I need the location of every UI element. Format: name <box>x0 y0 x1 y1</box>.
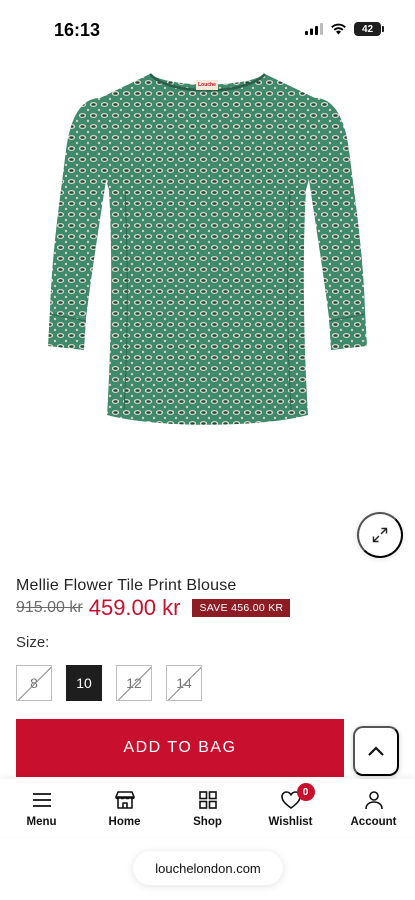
size-selector: 8 10 12 14 <box>16 665 202 701</box>
browser-url-bar[interactable]: louchelondon.com <box>133 851 283 885</box>
size-option-8[interactable]: 8 <box>16 665 52 701</box>
size-option-10[interactable]: 10 <box>66 665 102 701</box>
size-option-14[interactable]: 14 <box>166 665 202 701</box>
battery-icon: 42 <box>354 22 384 36</box>
nav-item-home[interactable]: Home <box>83 779 166 837</box>
nav-item-wishlist[interactable]: 0 Wishlist <box>249 779 332 837</box>
nav-label-menu: Menu <box>26 816 57 828</box>
status-icons: 42 <box>305 22 384 36</box>
price-old: 915.00 kr <box>16 599 83 616</box>
grid-icon <box>198 791 217 809</box>
brand-tag: Louche <box>198 82 216 88</box>
bottom-nav: Menu Home Shop 0 Wishlist Account <box>0 779 415 837</box>
nav-item-menu[interactable]: Menu <box>0 779 83 837</box>
nav-label-home: Home <box>108 816 141 828</box>
nav-item-account[interactable]: Account <box>332 779 415 837</box>
wifi-icon <box>331 23 346 35</box>
wishlist-count-badge: 0 <box>296 783 315 801</box>
save-badge: SAVE 456.00 KR <box>192 599 291 617</box>
user-icon <box>364 791 383 810</box>
size-option-12[interactable]: 12 <box>116 665 152 701</box>
status-bar: 16:13 42 <box>0 0 415 60</box>
status-time: 16:13 <box>54 20 101 40</box>
nav-label-shop: Shop <box>193 816 222 828</box>
nav-label-wishlist: Wishlist <box>268 816 313 828</box>
store-icon <box>114 791 135 809</box>
battery-level: 42 <box>361 23 374 35</box>
product-image[interactable]: Louche <box>0 60 415 560</box>
expand-image-button[interactable] <box>357 512 403 558</box>
add-to-bag-button[interactable]: ADD TO BAG <box>16 719 344 777</box>
size-label: Size: <box>16 634 50 651</box>
price-row: 915.00 kr 459.00 kr SAVE 456.00 KR <box>16 595 291 621</box>
blouse-illustration <box>48 73 367 425</box>
product-title: Mellie Flower Tile Print Blouse <box>16 577 237 594</box>
menu-icon <box>32 793 51 807</box>
price-new: 459.00 kr <box>88 595 181 620</box>
nav-item-shop[interactable]: Shop <box>166 779 249 837</box>
nav-label-account: Account <box>350 816 397 828</box>
expand-icon <box>372 527 388 543</box>
signal-icon <box>305 23 323 35</box>
chevron-up-icon <box>368 746 384 756</box>
scroll-to-top-button[interactable] <box>353 726 399 776</box>
